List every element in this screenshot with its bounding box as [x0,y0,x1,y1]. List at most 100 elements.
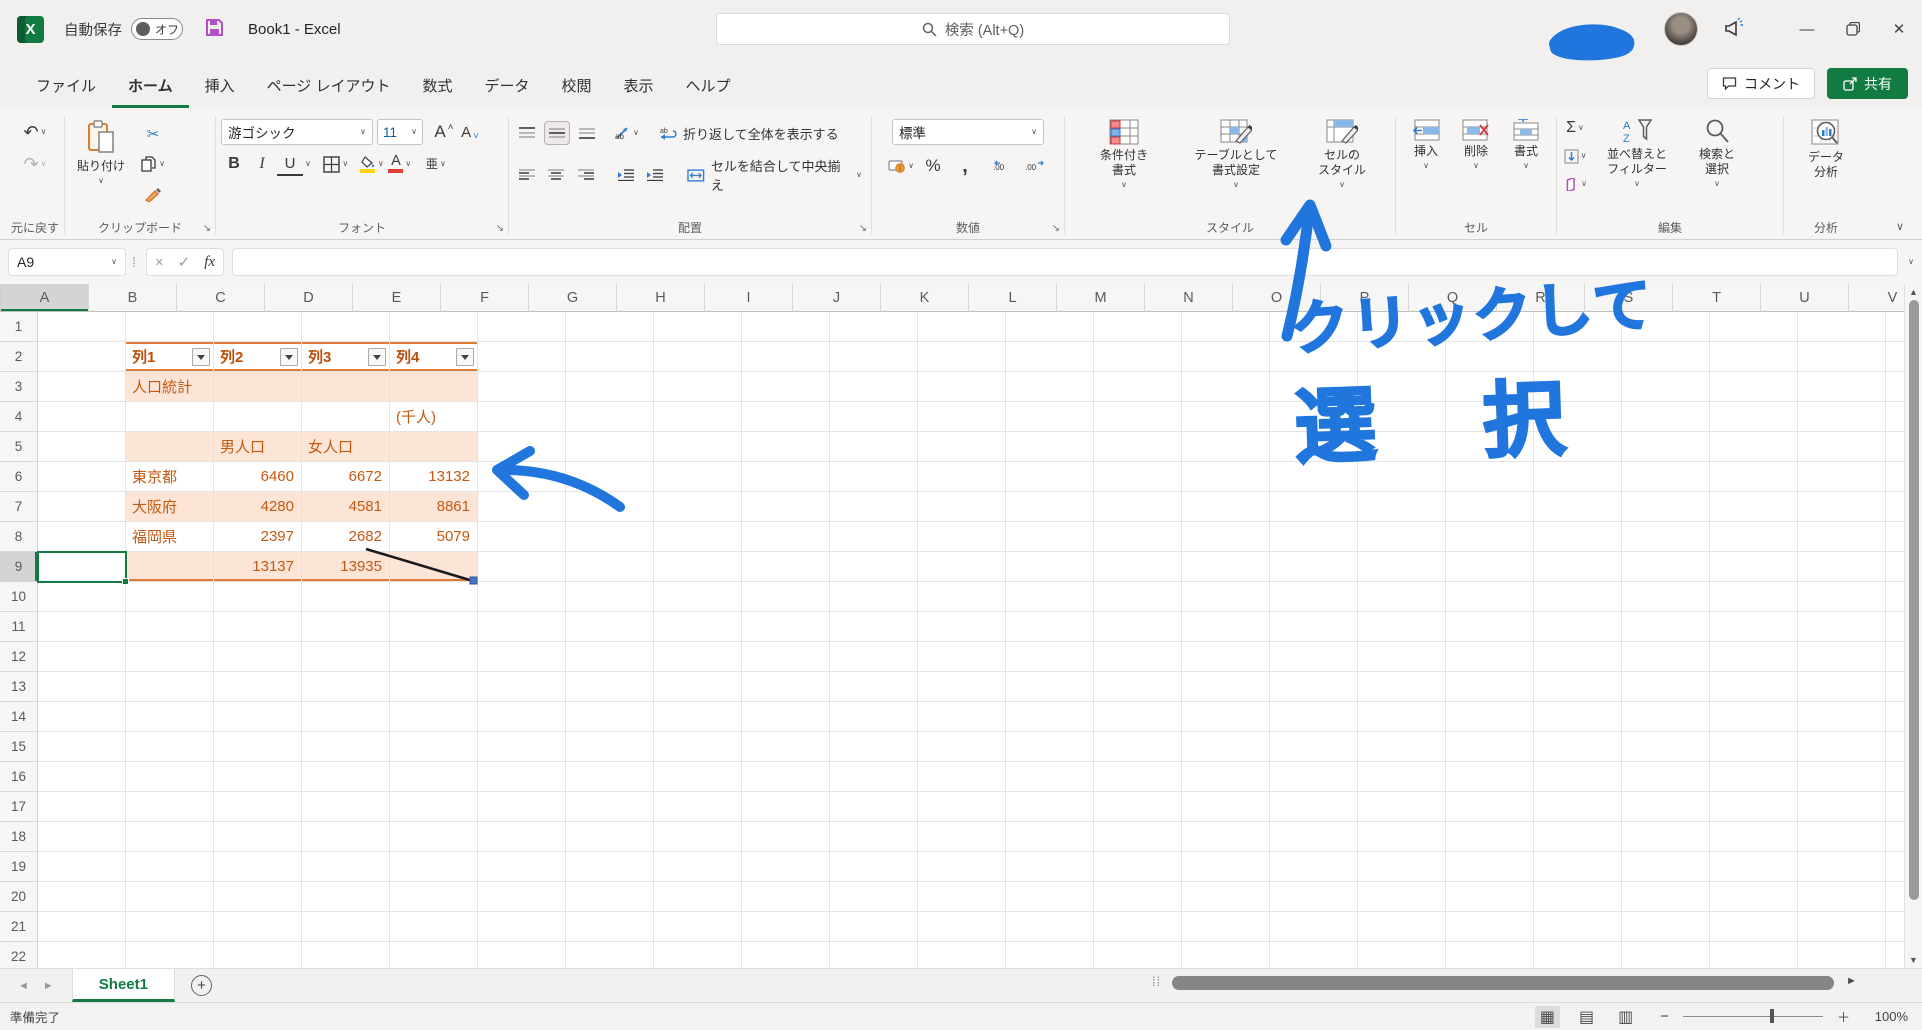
cell-T11[interactable] [1710,612,1798,642]
cell-P20[interactable] [1358,882,1446,912]
cell-A13[interactable] [38,672,126,702]
cell-A12[interactable] [38,642,126,672]
cell-R14[interactable] [1534,702,1622,732]
col-header-U[interactable]: U [1761,284,1849,312]
cell-I19[interactable] [742,852,830,882]
cell-I11[interactable] [742,612,830,642]
cell-P4[interactable] [1358,402,1446,432]
cell-J9[interactable] [830,552,918,582]
row-header-16[interactable]: 16 [0,762,38,792]
cell-N11[interactable] [1182,612,1270,642]
cell-Q16[interactable] [1446,762,1534,792]
cell-Q21[interactable] [1446,912,1534,942]
cell-T6[interactable] [1710,462,1798,492]
cell-F7[interactable] [478,492,566,522]
cell-R19[interactable] [1534,852,1622,882]
filter-button-C2[interactable] [280,348,298,366]
cell-V8[interactable] [1886,522,1904,552]
cell-N12[interactable] [1182,642,1270,672]
tab-view[interactable]: 表示 [608,65,670,108]
cell-T22[interactable] [1710,942,1798,968]
cell-G4[interactable] [566,402,654,432]
row-header-12[interactable]: 12 [0,642,38,672]
data-analysis-button[interactable]: データ 分析 [1793,117,1859,180]
undo-button[interactable]: ↶∨ [22,120,48,144]
cell-P12[interactable] [1358,642,1446,672]
cell-L20[interactable] [1006,882,1094,912]
cell-C19[interactable] [214,852,302,882]
italic-button[interactable]: I [249,152,275,176]
cell-K7[interactable] [918,492,1006,522]
cell-E16[interactable] [390,762,478,792]
cell-N17[interactable] [1182,792,1270,822]
cell-M3[interactable] [1094,372,1182,402]
cell-C6[interactable]: 6460 [214,462,302,492]
cell-K5[interactable] [918,432,1006,462]
cell-O8[interactable] [1270,522,1358,552]
save-icon[interactable] [205,18,224,40]
cell-K9[interactable] [918,552,1006,582]
cell-M20[interactable] [1094,882,1182,912]
cell-F21[interactable] [478,912,566,942]
vertical-scrollbar[interactable]: ▲ ▼ [1904,284,1922,968]
cut-button[interactable]: ✂ [140,122,166,146]
increase-indent-button[interactable] [642,163,667,187]
cell-M17[interactable] [1094,792,1182,822]
cell-K1[interactable] [918,312,1006,342]
cell-K3[interactable] [918,372,1006,402]
cell-Q15[interactable] [1446,732,1534,762]
cell-K15[interactable] [918,732,1006,762]
cell-L8[interactable] [1006,522,1094,552]
font-name-select[interactable]: 游ゴシック∨ [221,119,373,145]
cell-U10[interactable] [1798,582,1886,612]
cell-C4[interactable] [214,402,302,432]
zoom-slider[interactable] [1683,1016,1823,1017]
cell-L7[interactable] [1006,492,1094,522]
cell-Q12[interactable] [1446,642,1534,672]
col-header-E[interactable]: E [353,284,441,312]
cell-U1[interactable] [1798,312,1886,342]
number-format-select[interactable]: 標準∨ [892,119,1044,145]
cell-J3[interactable] [830,372,918,402]
cell-P17[interactable] [1358,792,1446,822]
row-header-13[interactable]: 13 [0,672,38,702]
cell-M15[interactable] [1094,732,1182,762]
cell-D5[interactable]: 女人口 [302,432,390,462]
cell-V21[interactable] [1886,912,1904,942]
cell-A16[interactable] [38,762,126,792]
cell-L21[interactable] [1006,912,1094,942]
collapse-ribbon-button[interactable]: ∨ [1896,220,1904,233]
cell-A19[interactable] [38,852,126,882]
cell-P3[interactable] [1358,372,1446,402]
cell-L13[interactable] [1006,672,1094,702]
borders-button[interactable]: ∨ [323,152,349,176]
cell-H13[interactable] [654,672,742,702]
cell-B9[interactable] [126,552,214,582]
cell-R9[interactable] [1534,552,1622,582]
cell-N2[interactable] [1182,342,1270,372]
format-painter-button[interactable] [140,182,166,206]
cell-P14[interactable] [1358,702,1446,732]
cell-R22[interactable] [1534,942,1622,968]
cell-V4[interactable] [1886,402,1904,432]
cell-S18[interactable] [1622,822,1710,852]
cell-S5[interactable] [1622,432,1710,462]
cell-Q14[interactable] [1446,702,1534,732]
cell-S16[interactable] [1622,762,1710,792]
cell-D8[interactable]: 2682 [302,522,390,552]
cell-D21[interactable] [302,912,390,942]
cell-P21[interactable] [1358,912,1446,942]
cell-M11[interactable] [1094,612,1182,642]
cell-J8[interactable] [830,522,918,552]
cell-K12[interactable] [918,642,1006,672]
cell-V18[interactable] [1886,822,1904,852]
cell-B19[interactable] [126,852,214,882]
cell-M5[interactable] [1094,432,1182,462]
cell-U3[interactable] [1798,372,1886,402]
cell-T8[interactable] [1710,522,1798,552]
comments-button[interactable]: コメント [1707,68,1815,99]
cell-B20[interactable] [126,882,214,912]
cell-V19[interactable] [1886,852,1904,882]
cell-I10[interactable] [742,582,830,612]
cell-C12[interactable] [214,642,302,672]
